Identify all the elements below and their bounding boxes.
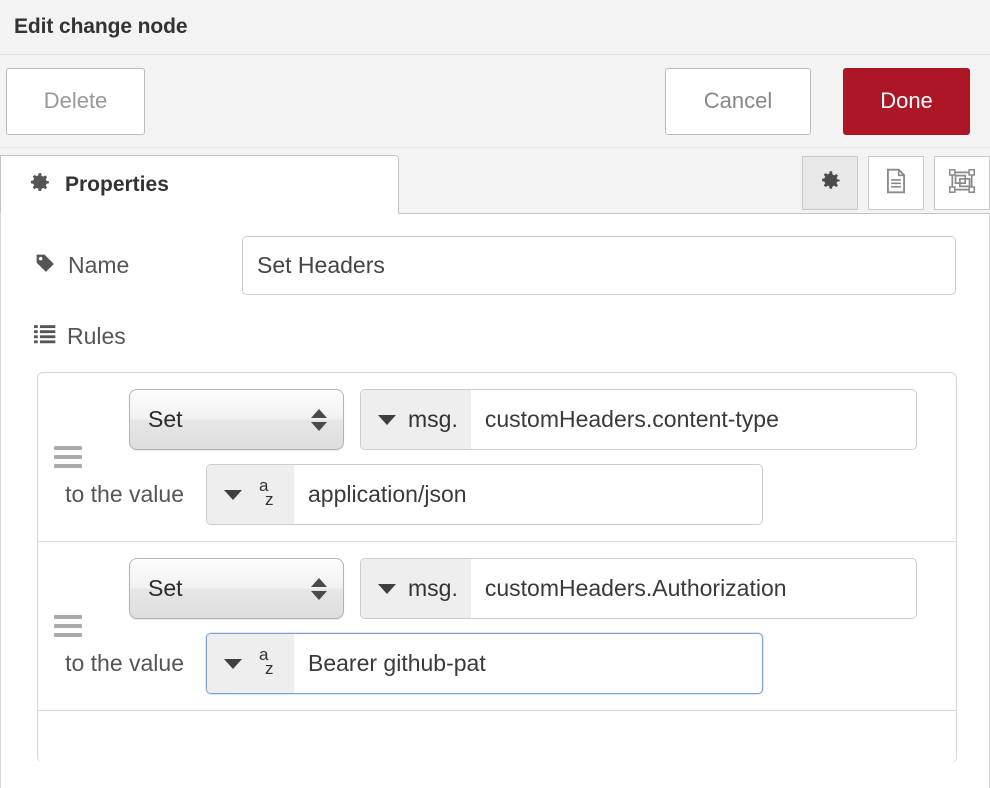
rule-value-input[interactable]: az: [206, 633, 763, 694]
name-label-group: Name: [34, 252, 242, 279]
rule-value-line: to the value az: [38, 633, 956, 694]
rule-value-text[interactable]: [294, 465, 762, 524]
rule-row: Set msg.: [38, 542, 956, 711]
rule-property-input[interactable]: msg.: [360, 389, 917, 450]
caret-down-icon: [378, 415, 396, 425]
rule-value-type-select[interactable]: az: [207, 465, 294, 524]
tool-button-properties[interactable]: [802, 156, 858, 210]
rule-property-type-select[interactable]: msg.: [361, 390, 471, 449]
edit-change-node-dialog: Edit change node Delete Cancel Done Prop…: [0, 0, 990, 788]
dialog-titlebar: Edit change node: [0, 0, 990, 55]
tool-button-appearance[interactable]: [934, 156, 990, 210]
rule-row-partial: [38, 711, 956, 763]
rule-operation-select[interactable]: Set: [129, 558, 344, 619]
tag-icon: [34, 252, 56, 279]
list-icon: [34, 324, 56, 349]
rule-operation-value: Set: [130, 575, 183, 602]
dialog-button-bar: Delete Cancel Done: [0, 55, 990, 148]
dialog-title: Edit change node: [14, 15, 187, 39]
rule-operation-value: Set: [130, 406, 183, 433]
name-label: Name: [68, 252, 129, 279]
node-appearance-icon: [948, 168, 976, 199]
to-the-value-label: to the value: [38, 650, 206, 677]
name-row: Name: [1, 236, 989, 295]
rule-operation-select[interactable]: Set: [129, 389, 344, 450]
tab-tool-buttons: [802, 156, 990, 210]
rule-property-type-label: msg.: [408, 575, 458, 602]
delete-button[interactable]: Delete: [6, 68, 145, 135]
rules-label: Rules: [67, 323, 126, 350]
gear-icon: [817, 168, 843, 199]
tab-properties[interactable]: Properties: [0, 155, 399, 214]
rule-property-input[interactable]: msg.: [360, 558, 917, 619]
rule-value-text[interactable]: [294, 634, 762, 693]
name-input[interactable]: [242, 236, 956, 295]
string-type-icon: az: [254, 647, 281, 681]
done-button[interactable]: Done: [843, 68, 970, 135]
stepper-arrows-icon: [311, 409, 327, 431]
gear-icon: [27, 170, 52, 200]
rule-property-type-select[interactable]: msg.: [361, 559, 471, 618]
dialog-actions: Cancel Done: [665, 68, 970, 135]
cancel-button[interactable]: Cancel: [665, 68, 811, 135]
description-icon: [883, 167, 909, 200]
dialog-tabs-row: Properties: [0, 148, 990, 214]
rule-property-value[interactable]: [471, 559, 916, 618]
to-the-value-label: to the value: [38, 481, 206, 508]
rule-value-type-select[interactable]: az: [207, 634, 294, 693]
rule-operation-line: Set msg.: [38, 558, 956, 619]
properties-panel: Name R: [0, 214, 990, 788]
rules-heading: Rules: [1, 323, 989, 350]
drag-handle-icon[interactable]: [54, 615, 82, 637]
caret-down-icon: [224, 659, 242, 669]
tab-properties-label: Properties: [65, 173, 169, 197]
rule-operation-line: Set msg.: [38, 389, 956, 450]
rule-property-type-label: msg.: [408, 406, 458, 433]
caret-down-icon: [378, 584, 396, 594]
stepper-arrows-icon: [311, 578, 327, 600]
rule-row: Set msg.: [38, 373, 956, 542]
string-type-icon: az: [254, 478, 281, 512]
caret-down-icon: [224, 490, 242, 500]
rule-property-value[interactable]: [471, 390, 916, 449]
tool-button-description[interactable]: [868, 156, 924, 210]
drag-handle-icon[interactable]: [54, 446, 82, 468]
rule-value-input[interactable]: az: [206, 464, 763, 525]
rules-container: Set msg.: [37, 372, 957, 763]
rule-value-line: to the value az: [38, 464, 956, 525]
